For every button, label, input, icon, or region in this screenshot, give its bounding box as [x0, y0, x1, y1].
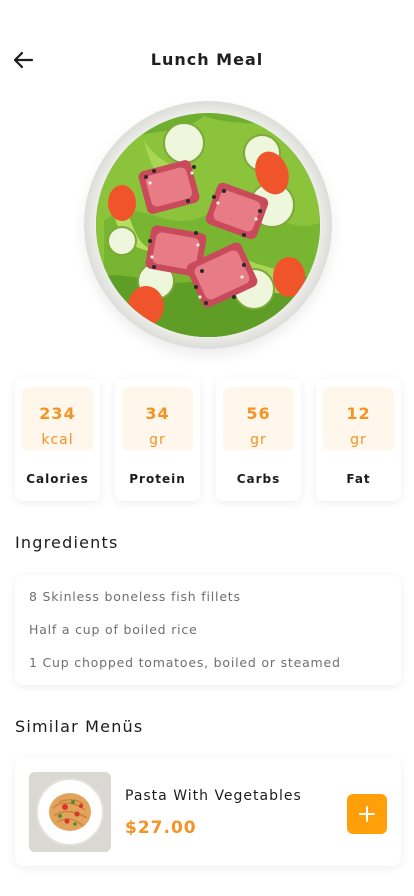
add-to-cart-button[interactable] — [347, 794, 387, 834]
nutrition-card-protein: 34 gr Protein — [115, 379, 200, 501]
nutrition-unit: gr — [350, 432, 367, 448]
ingredients-title: Ingredients — [15, 533, 119, 552]
nutrition-unit: gr — [250, 432, 267, 448]
pasta-image — [29, 772, 111, 852]
nutrition-label: Fat — [346, 472, 371, 486]
ingredient-item: 1 Cup chopped tomatoes, boiled or steame… — [29, 655, 341, 670]
nutrition-value-box: 12 gr — [323, 387, 394, 450]
nutrition-value-box: 56 gr — [223, 387, 294, 450]
nutrition-label: Calories — [26, 472, 89, 486]
menu-item-name: Pasta With Vegetables — [125, 788, 302, 804]
nutrition-card-calories: 234 kcal Calories — [15, 379, 100, 501]
ingredient-item: 8 Skinless boneless fish fillets — [29, 589, 241, 604]
meal-image — [84, 101, 332, 349]
menu-thumbnail — [29, 772, 111, 852]
nutrition-cards: 234 kcal Calories 34 gr Protein 56 gr Ca… — [15, 379, 401, 501]
nutrition-card-carbs: 56 gr Carbs — [216, 379, 301, 501]
nutrition-card-fat: 12 gr Fat — [316, 379, 401, 501]
nutrition-value-box: 34 gr — [122, 387, 193, 450]
ingredients-list: 8 Skinless boneless fish fillets Half a … — [15, 575, 401, 685]
page-title: Lunch Meal — [150, 50, 264, 69]
header: Lunch Meal — [0, 40, 414, 80]
nutrition-unit: gr — [149, 432, 166, 448]
similar-menu-card[interactable]: Pasta With Vegetables $27.00 — [15, 758, 401, 866]
nutrition-label: Protein — [129, 472, 186, 486]
nutrition-value: 234 — [39, 404, 76, 423]
similar-menus-title: Similar Menüs — [15, 717, 144, 736]
nutrition-value: 34 — [145, 404, 170, 423]
nutrition-value: 12 — [346, 404, 371, 423]
ingredient-item: Half a cup of boiled rice — [29, 622, 198, 637]
nutrition-value-box: 234 kcal — [22, 387, 93, 450]
nutrition-value: 56 — [246, 404, 271, 423]
menu-item-price: $27.00 — [125, 818, 197, 838]
plus-icon — [359, 806, 375, 822]
nutrition-label: Carbs — [236, 472, 281, 486]
nutrition-unit: kcal — [41, 432, 74, 448]
